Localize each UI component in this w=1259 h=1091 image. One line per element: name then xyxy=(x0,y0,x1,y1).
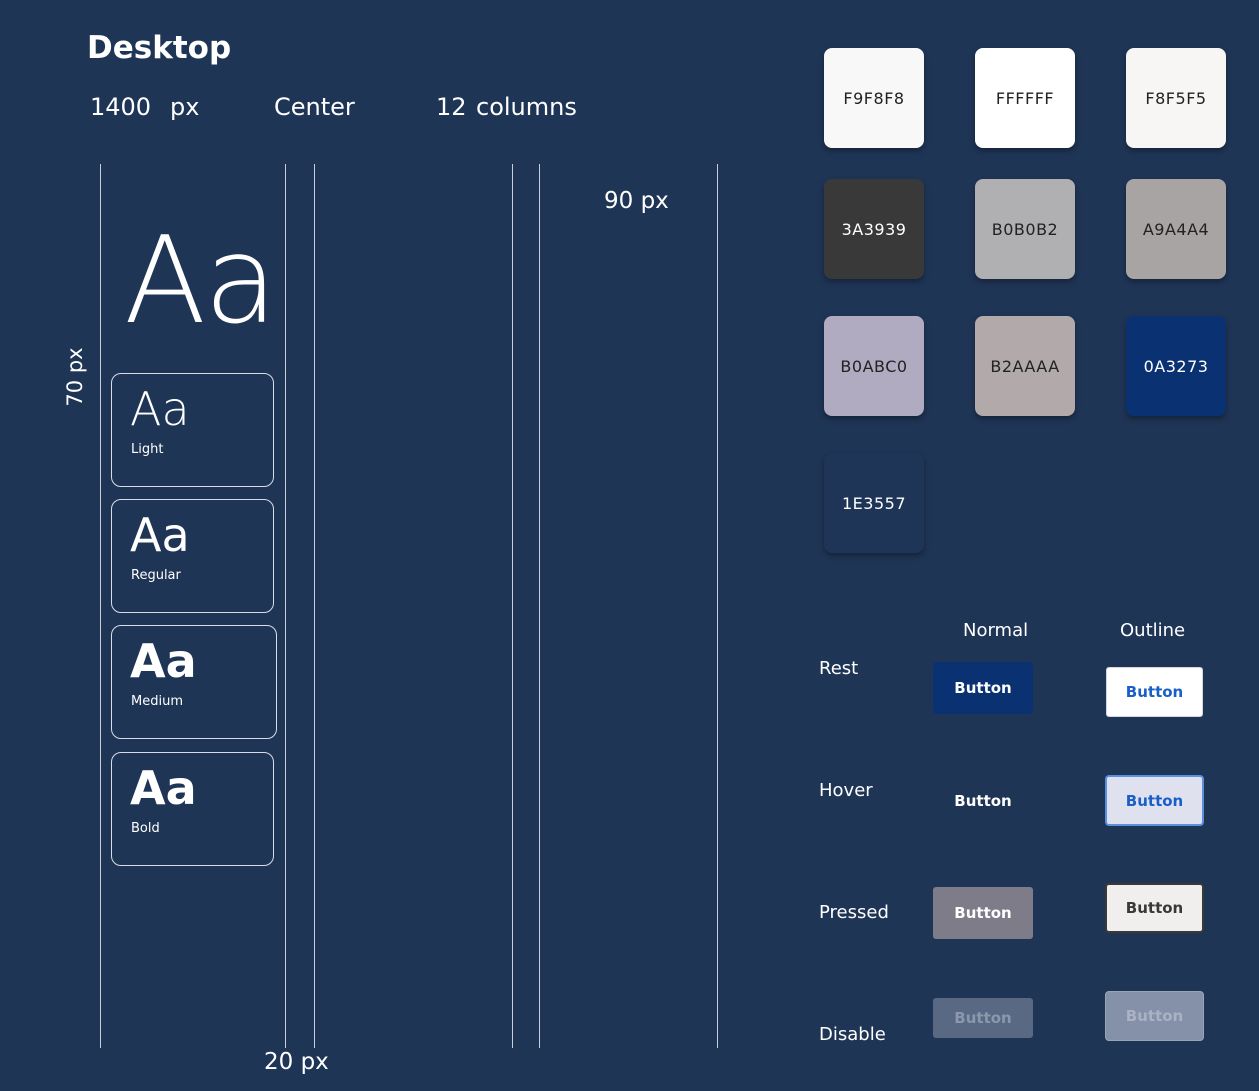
grid-line xyxy=(512,164,513,1048)
font-weight-label: Medium xyxy=(131,694,183,709)
color-swatch: FFFFFF xyxy=(975,48,1075,148)
column-header-outline: Outline xyxy=(1120,620,1186,641)
grid-line xyxy=(314,164,315,1048)
font-weight-card-light: Aa Light xyxy=(111,373,274,487)
button-outline-rest[interactable]: Button xyxy=(1106,667,1203,717)
font-weight-card-bold: Aa Bold xyxy=(111,752,274,866)
grid-line xyxy=(539,164,540,1048)
type-sample: Aa xyxy=(130,761,197,815)
button-outline-hover[interactable]: Button xyxy=(1105,775,1204,826)
button-normal-hover[interactable]: Button xyxy=(933,775,1033,827)
width-unit: px xyxy=(170,93,200,121)
button-normal-disabled: Button xyxy=(933,998,1033,1038)
color-swatch: B0B0B2 xyxy=(975,179,1075,279)
column-header-normal: Normal xyxy=(963,620,1029,641)
type-sample: Aa xyxy=(130,382,190,436)
color-swatch: 3A3939 xyxy=(824,179,924,279)
color-swatch: B2AAAA xyxy=(975,316,1075,416)
gutter-measure-label: 20 px xyxy=(264,1049,329,1075)
type-sample-large: Aa xyxy=(124,212,278,351)
font-weight-label: Bold xyxy=(131,821,160,836)
type-sample: Aa xyxy=(130,508,190,562)
state-label-disable: Disable xyxy=(819,1024,886,1045)
color-swatch: F8F5F5 xyxy=(1126,48,1226,148)
button-outline-disabled: Button xyxy=(1105,991,1204,1041)
font-weight-label: Light xyxy=(131,442,164,457)
font-weight-label: Regular xyxy=(131,568,181,583)
columns-label: columns xyxy=(476,93,577,121)
alignment-label: Center xyxy=(274,93,355,121)
column-measure-label: 90 px xyxy=(604,188,669,214)
color-swatch: A9A4A4 xyxy=(1126,179,1226,279)
type-sample: Aa xyxy=(130,634,197,688)
grid-line xyxy=(285,164,286,1048)
page-title: Desktop xyxy=(87,30,232,66)
color-swatch: 1E3557 xyxy=(824,453,924,553)
color-swatch: B0ABC0 xyxy=(824,316,924,416)
columns-count: 12 xyxy=(436,93,467,121)
color-swatch: 0A3273 xyxy=(1126,316,1226,416)
margin-measure-label: 70 px xyxy=(63,347,87,407)
font-weight-card-regular: Aa Regular xyxy=(111,499,274,613)
button-outline-pressed[interactable]: Button xyxy=(1105,883,1204,933)
width-value: 1400 xyxy=(90,93,152,121)
color-swatch: F9F8F8 xyxy=(824,48,924,148)
font-weight-card-medium: Aa Medium xyxy=(111,625,277,739)
state-label-rest: Rest xyxy=(819,658,859,679)
button-normal-pressed[interactable]: Button xyxy=(933,887,1033,939)
button-normal-rest[interactable]: Button xyxy=(933,662,1033,714)
grid-line xyxy=(100,164,101,1048)
state-label-hover: Hover xyxy=(819,780,873,801)
grid-line xyxy=(717,164,718,1048)
state-label-pressed: Pressed xyxy=(819,902,889,923)
